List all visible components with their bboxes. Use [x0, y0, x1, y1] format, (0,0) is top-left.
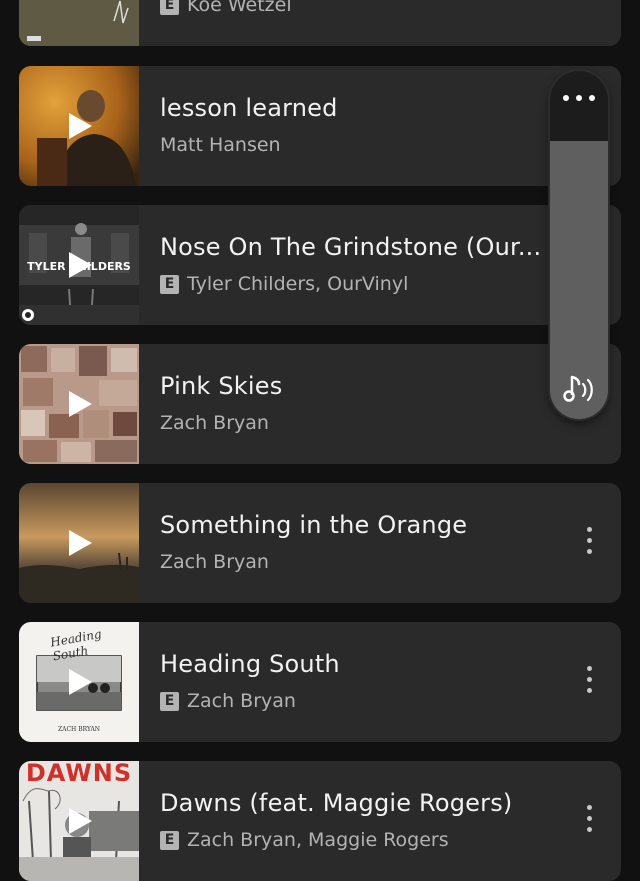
more-options-icon[interactable]	[585, 805, 593, 837]
track-artist: Zach Bryan	[187, 690, 296, 712]
track-title: Nose On The Grindstone (Our...	[160, 233, 542, 261]
track-subtitle: E Zach Bryan	[160, 690, 296, 712]
track-artist: Matt Hansen	[160, 134, 281, 156]
track-subtitle: Zach Bryan	[160, 551, 269, 573]
play-icon[interactable]	[67, 529, 93, 557]
track-title: lesson learned	[160, 94, 338, 122]
album-thumbnail[interactable]	[19, 344, 139, 464]
volume-panel[interactable]	[550, 71, 608, 419]
explicit-badge: E	[160, 830, 179, 850]
album-thumbnail[interactable]: Heading South ZACH BRYAN	[19, 622, 139, 742]
more-options-icon[interactable]	[585, 666, 593, 698]
play-icon[interactable]	[67, 112, 93, 140]
track-card[interactable]: Something in the Orange Zach Bryan	[19, 483, 621, 603]
track-title: Pink Skies	[160, 372, 283, 400]
play-icon[interactable]	[67, 807, 93, 835]
album-thumbnail[interactable]: TYLER CHILDERS	[19, 205, 139, 325]
track-card[interactable]: lesson learned Matt Hansen	[19, 66, 621, 186]
track-artist: Zach Bryan	[160, 412, 269, 434]
track-title: Something in the Orange	[160, 511, 468, 539]
track-subtitle: Matt Hansen	[160, 134, 281, 156]
track-artist: Tyler Childers, OurVinyl	[187, 273, 409, 295]
album-art-image	[19, 0, 139, 46]
album-thumb-text: ZACH BRYAN	[57, 726, 101, 733]
album-thumb-text: DAWNS	[25, 761, 133, 787]
track-card[interactable]: TYLER CHILDERS Nose On The Grindstone (O…	[19, 205, 621, 325]
play-icon[interactable]	[67, 668, 93, 696]
explicit-badge: E	[160, 691, 179, 711]
track-title: Dawns (feat. Maggie Rogers)	[160, 789, 513, 817]
more-horizontal-icon[interactable]	[563, 95, 595, 103]
track-artist: Zach Bryan	[160, 551, 269, 573]
volume-panel-header	[550, 71, 608, 141]
track-card[interactable]: DAWNS Dawns (feat. Maggie Rogers) E Zach…	[19, 761, 621, 881]
track-subtitle: E Zach Bryan, Maggie Rogers	[160, 829, 449, 851]
track-subtitle: Zach Bryan	[160, 412, 269, 434]
more-options-icon[interactable]	[585, 527, 593, 559]
album-thumbnail[interactable]	[19, 0, 139, 46]
play-icon[interactable]	[67, 251, 93, 279]
track-card[interactable]: Heading South ZACH BRYAN Heading South E…	[19, 622, 621, 742]
track-artist: Zach Bryan, Maggie Rogers	[187, 829, 449, 851]
track-subtitle: E Tyler Childers, OurVinyl	[160, 273, 408, 295]
music-note-volume-icon[interactable]	[560, 371, 598, 407]
track-list: E Koe Wetzel lesson learned Matt Hansen	[0, 0, 640, 881]
album-thumbnail[interactable]	[19, 66, 139, 186]
album-thumbnail[interactable]: DAWNS	[19, 761, 139, 881]
track-card[interactable]: Pink Skies Zach Bryan	[19, 344, 621, 464]
track-artist: Koe Wetzel	[187, 0, 292, 16]
play-icon[interactable]	[67, 390, 93, 418]
track-subtitle: E Koe Wetzel	[160, 0, 292, 16]
explicit-badge: E	[160, 274, 179, 294]
explicit-badge: E	[160, 0, 179, 15]
track-card[interactable]: E Koe Wetzel	[19, 0, 621, 46]
album-thumbnail[interactable]	[19, 483, 139, 603]
track-title: Heading South	[160, 650, 340, 678]
